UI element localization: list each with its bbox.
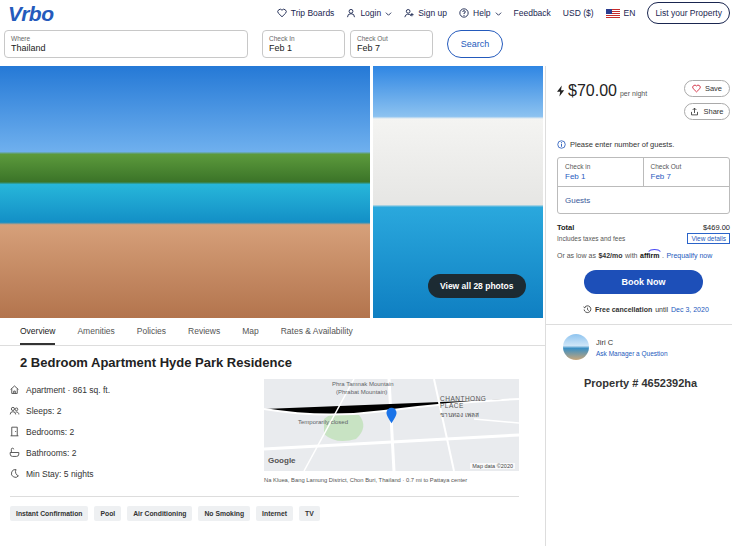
header: Vrbo Trip Boards Login Sign up Help Feed… [0, 0, 732, 66]
tab[interactable]: Rates & Availability [281, 319, 353, 345]
guest-notice: Please enter number of guests. [557, 140, 730, 149]
check-in-field[interactable]: Check In Feb 1 [262, 30, 345, 58]
lightning-icon [557, 85, 565, 97]
book-now-button[interactable]: Book Now [584, 270, 703, 294]
login-link[interactable]: Login [346, 8, 392, 18]
prequalify-link[interactable]: Prequalify now [666, 252, 712, 259]
person-icon [346, 8, 356, 18]
map-label: Temporarily closed [298, 419, 348, 426]
chevron-icon [385, 10, 392, 17]
moon-icon [9, 468, 20, 479]
us-flag-icon [606, 9, 620, 18]
currency-link[interactable]: USD ($) [563, 8, 594, 18]
manager-avatar [563, 334, 589, 360]
pool-photo[interactable] [0, 66, 370, 318]
house-icon [9, 384, 20, 395]
amenity-tag: Air Conditioning [127, 506, 192, 521]
manager-card: Jiri C Ask Manager a Question [557, 334, 730, 360]
amenity-tag: No Smoking [198, 506, 250, 521]
tab[interactable]: Reviews [188, 319, 220, 345]
clock-icon [583, 305, 592, 314]
fact-item: Min Stay: 5 nights [9, 463, 264, 484]
logo[interactable]: Vrbo [8, 3, 53, 24]
cancellation-note: Free cancellation until Dec 3, 2020 [557, 305, 730, 314]
chevron-icon [495, 10, 502, 17]
facts-list: Apartment · 861 sq. ft. Sleeps: 2 Bedroo… [9, 379, 264, 484]
person-add-icon [404, 8, 414, 18]
check-out-field[interactable]: Check Out Feb 7 [644, 158, 730, 186]
tab[interactable]: Overview [20, 319, 55, 345]
people-icon [9, 405, 20, 416]
photo-gallery: View all 28 photos [0, 66, 545, 318]
check-in-field[interactable]: Check in Feb 1 [558, 158, 644, 186]
listing-title: 2 Bedroom Apartment Hyde Park Residence [20, 355, 545, 371]
tab[interactable]: Amenities [77, 319, 114, 345]
amenity-tag: Instant Confirmation [10, 506, 88, 521]
map-label: (Phrabat Mountain) [336, 389, 387, 396]
listing-main: View all 28 photos Overview Amenities Poli… [0, 66, 545, 546]
tab[interactable]: Policies [137, 319, 166, 345]
affirm-arc-icon [648, 248, 661, 252]
check-out-field[interactable]: Check Out Feb 7 [350, 30, 433, 58]
nav: Trip Boards Login Sign up Help Feedback … [277, 2, 730, 24]
tag-list: Instant Confirmation Pool Air Conditioning… [0, 497, 545, 521]
ask-manager-link[interactable]: Ask Manager a Question [596, 350, 668, 357]
fact-item: Bedrooms: 2 [9, 421, 264, 442]
address: Na Kluea, Bang Lamung District, Chon Bur… [264, 477, 519, 483]
location-pin-icon [386, 407, 397, 424]
booking-sidebar: $70.00 per night Save Share Please enter… [545, 66, 732, 546]
heart-icon [692, 84, 701, 93]
where-field[interactable]: Where Thailand [4, 30, 248, 58]
help-link[interactable]: Help [459, 8, 501, 18]
list-property-button[interactable]: List your Property [647, 2, 730, 24]
trip-boards-link[interactable]: Trip Boards [277, 8, 335, 18]
total: Total $469.00 [557, 223, 730, 232]
search-button[interactable]: Search [447, 30, 503, 58]
amenity-tag: Internet [256, 506, 293, 521]
map-label: Phra Tamnak Mountain [332, 381, 394, 388]
google-logo: Google [268, 457, 296, 466]
feedback-link[interactable]: Feedback [514, 8, 551, 18]
guests-field[interactable]: Guests [558, 186, 729, 213]
share-button[interactable]: Share [684, 103, 730, 120]
language-link[interactable]: EN [606, 8, 636, 18]
heart-icon [277, 8, 287, 18]
amenity-tag: TV [299, 506, 320, 521]
manager-name: Jiri C [596, 338, 668, 347]
fact-item: Sleeps: 2 [9, 400, 264, 421]
signup-link[interactable]: Sign up [404, 8, 447, 18]
view-details-link[interactable]: View details [687, 233, 730, 244]
tab-bar: Overview Amenities Policies Reviews Map Rates… [0, 319, 545, 346]
price: $70.00 per night [557, 82, 647, 100]
bath-icon [9, 447, 20, 458]
fact-item: Apartment · 861 sq. ft. [9, 379, 264, 400]
map[interactable]: Phra Tamnak Mountain (Phrabat Mountain) … [264, 379, 519, 471]
affirm-logo: affirm [640, 252, 659, 259]
rooftop-photo[interactable]: View all 28 photos [373, 66, 543, 318]
map-attribution: Map data ©2020 [470, 463, 515, 469]
view-all-photos-button[interactable]: View all 28 photos [428, 274, 526, 298]
question-icon [459, 8, 469, 18]
taxes-note: Includes taxes and fees [557, 235, 625, 242]
info-icon [557, 140, 566, 149]
share-icon [690, 107, 699, 116]
fact-item: Bathrooms: 2 [9, 442, 264, 463]
amenity-tag: Pool [94, 506, 121, 521]
booking-form: Check in Feb 1 Check Out Feb 7 Guests [557, 157, 730, 214]
map-label: CHANTHONGPLACE ชานทอง เพลส [440, 395, 486, 418]
door-icon [9, 426, 20, 437]
page: Vrbo Trip Boards Login Sign up Help Feed… [0, 0, 732, 546]
tab[interactable]: Map [242, 319, 259, 345]
search-bar: Where Thailand Check In Feb 1 Check Out … [0, 26, 732, 58]
affirm-line: Or as low as $42/mo with affirm. Prequal… [557, 252, 730, 259]
save-button[interactable]: Save [684, 80, 730, 97]
property-number: Property # 4652392ha [557, 377, 730, 389]
